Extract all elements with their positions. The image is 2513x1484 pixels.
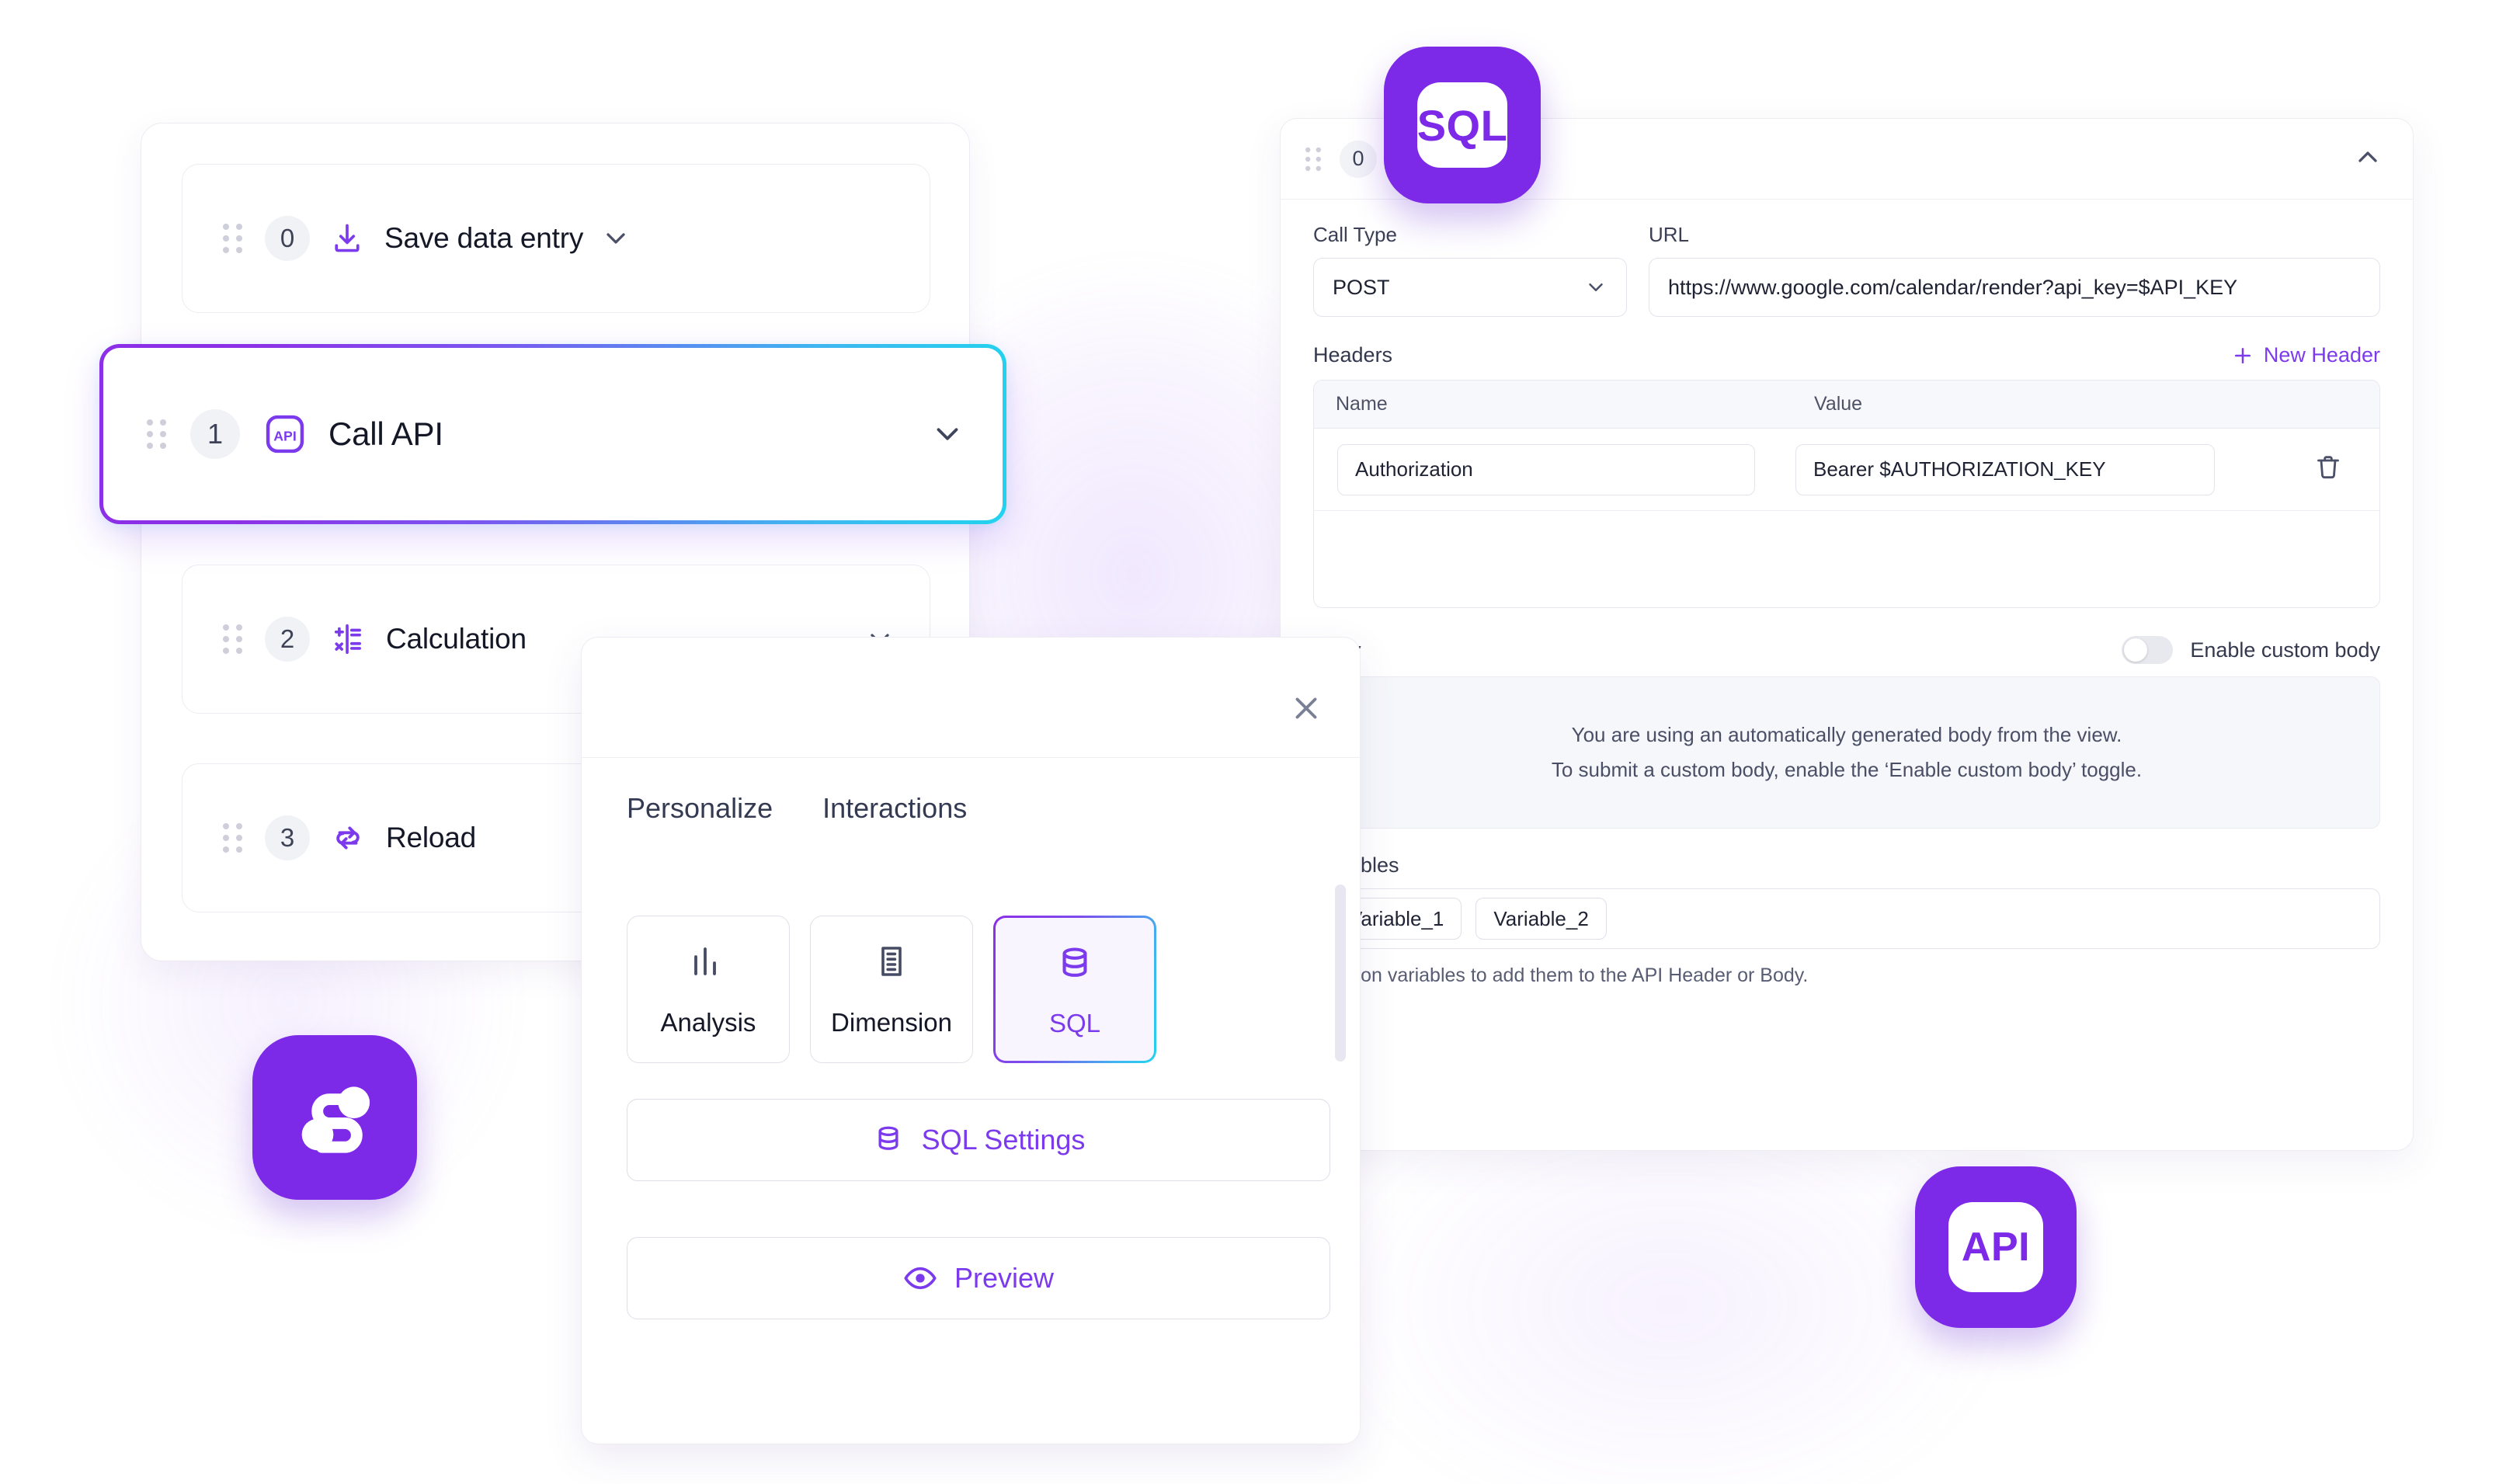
body-placeholder-line-1: You are using an automatically generated… bbox=[1571, 723, 2122, 746]
brand-s-node-icon bbox=[301, 1086, 370, 1153]
drag-handle-icon[interactable] bbox=[223, 223, 243, 253]
plus-icon bbox=[2234, 347, 2251, 363]
chevron-down-icon bbox=[1589, 283, 1603, 291]
step-label: Calculation bbox=[386, 623, 527, 655]
api-badge-icon: API bbox=[263, 412, 307, 456]
column-header-name: Name bbox=[1336, 393, 1388, 415]
enable-custom-body-label: Enable custom body bbox=[2190, 638, 2380, 662]
variables-box: Variable_1 Variable_2 bbox=[1313, 888, 2380, 949]
tab-interactions[interactable]: Interactions bbox=[822, 792, 967, 825]
type-card-analysis[interactable]: Analysis bbox=[627, 916, 790, 1063]
call-type-value: POST bbox=[1333, 275, 1390, 299]
reload-icon bbox=[330, 820, 366, 856]
chevron-down-icon[interactable] bbox=[930, 416, 965, 452]
type-card-sql[interactable]: SQL bbox=[993, 916, 1156, 1063]
sql-settings-label: SQL Settings bbox=[921, 1124, 1086, 1156]
brand-logo-badge bbox=[252, 1035, 417, 1200]
api-app-badge: API bbox=[1915, 1166, 2077, 1328]
new-header-button[interactable]: New Header bbox=[2231, 343, 2380, 367]
url-field: URL https://www.google.com/calendar/rend… bbox=[1649, 223, 2380, 317]
step-label: Call API bbox=[328, 415, 443, 452]
call-type-label: Call Type bbox=[1313, 223, 1397, 246]
headers-title: Headers bbox=[1313, 343, 1393, 367]
flow-step-save-data-entry[interactable]: 0 Save data entry bbox=[182, 164, 930, 313]
table-row: Authorization Bearer $AUTHORIZATION_KEY bbox=[1314, 429, 2379, 511]
close-icon[interactable] bbox=[1288, 690, 1324, 726]
sql-app-badge-text: SQL bbox=[1417, 82, 1507, 168]
call-type-field: Call Type POST bbox=[1313, 223, 1627, 317]
panel-tabs: Personalize Interactions bbox=[582, 757, 1360, 858]
sql-settings-button[interactable]: SQL Settings bbox=[627, 1099, 1330, 1181]
column-header-value: Value bbox=[1814, 393, 1863, 415]
enable-custom-body-toggle[interactable] bbox=[2122, 636, 2174, 664]
header-value-input[interactable]: Bearer $AUTHORIZATION_KEY bbox=[1795, 443, 2215, 495]
step-index-badge: 0 bbox=[1340, 140, 1377, 178]
headers-table-head: Name Value bbox=[1314, 381, 2379, 429]
headers-section-header: Headers New Header bbox=[1313, 343, 2380, 367]
headers-table: Name Value Authorization Bearer $AUTHORI… bbox=[1313, 380, 2380, 608]
drag-handle-icon[interactable] bbox=[223, 624, 243, 654]
analysis-icon bbox=[690, 943, 727, 984]
drag-handle-icon[interactable] bbox=[223, 822, 243, 853]
database-icon bbox=[1055, 944, 1095, 989]
type-card-label: Dimension bbox=[831, 1008, 952, 1037]
step-index-badge: 1 bbox=[190, 409, 240, 459]
calculation-icon bbox=[330, 621, 366, 657]
variables-section-header: Variables bbox=[1313, 853, 2380, 878]
headers-table-empty-space bbox=[1314, 511, 2379, 607]
variable-chip[interactable]: Variable_2 bbox=[1475, 898, 1607, 940]
api-app-badge-text: API bbox=[1948, 1202, 2043, 1292]
panel-scrollbar[interactable] bbox=[1335, 884, 1346, 1062]
step-label: Reload bbox=[386, 822, 477, 853]
source-type-choices: Analysis Dimension SQL bbox=[627, 916, 1156, 1063]
body-placeholder-message: You are using an automatically generated… bbox=[1313, 676, 2380, 829]
type-card-label: SQL bbox=[1048, 1009, 1101, 1037]
eye-icon bbox=[904, 1267, 937, 1290]
svg-text:API: API bbox=[273, 428, 297, 443]
call-type-select[interactable]: POST bbox=[1313, 258, 1627, 317]
preview-label: Preview bbox=[954, 1262, 1055, 1294]
variables-hint: Click on variables to add them to the AP… bbox=[1313, 964, 1809, 986]
url-value: https://www.google.com/calendar/render?a… bbox=[1668, 275, 2238, 299]
sql-app-badge: SQL bbox=[1384, 47, 1541, 203]
step-index-badge: 0 bbox=[265, 216, 310, 261]
flow-step-call-api-selected[interactable]: 1 API Call API bbox=[99, 344, 1006, 524]
api-settings-panel: 0 Call API Call Type POST URL bbox=[1280, 118, 2414, 1151]
request-line-fields: Call Type POST URL https://www.google.co… bbox=[1313, 223, 2380, 317]
drag-handle-icon[interactable] bbox=[1305, 146, 1322, 171]
chevron-up-icon[interactable] bbox=[2352, 141, 2383, 176]
type-card-dimension[interactable]: Dimension bbox=[810, 916, 973, 1063]
url-input[interactable]: https://www.google.com/calendar/render?a… bbox=[1649, 258, 2380, 317]
header-name-input[interactable]: Authorization bbox=[1337, 443, 1755, 495]
drag-handle-icon[interactable] bbox=[147, 419, 167, 449]
body-section-header: Body Enable custom body bbox=[1313, 636, 2380, 664]
dimension-icon bbox=[873, 943, 910, 984]
body-placeholder-line-2: To submit a custom body, enable the ‘Ena… bbox=[1551, 758, 2143, 781]
step-label: Save data entry bbox=[384, 222, 584, 254]
url-label: URL bbox=[1649, 223, 1690, 246]
interactions-float-panel: Personalize Interactions Analysis Dimens… bbox=[581, 637, 1361, 1444]
type-card-label: Analysis bbox=[660, 1008, 756, 1037]
delete-icon[interactable] bbox=[2313, 452, 2344, 487]
app-screenshot-root: 0 Save data entry 2 Calculation 3 Reload… bbox=[0, 0, 2513, 1484]
step-index-badge: 3 bbox=[265, 815, 310, 860]
preview-button[interactable]: Preview bbox=[627, 1237, 1330, 1319]
new-header-label: New Header bbox=[2263, 343, 2380, 367]
step-index-badge: 2 bbox=[265, 617, 310, 662]
tab-personalize[interactable]: Personalize bbox=[627, 792, 773, 825]
chevron-down-icon[interactable] bbox=[600, 223, 631, 254]
save-download-icon bbox=[330, 221, 364, 255]
database-icon bbox=[878, 1126, 898, 1150]
